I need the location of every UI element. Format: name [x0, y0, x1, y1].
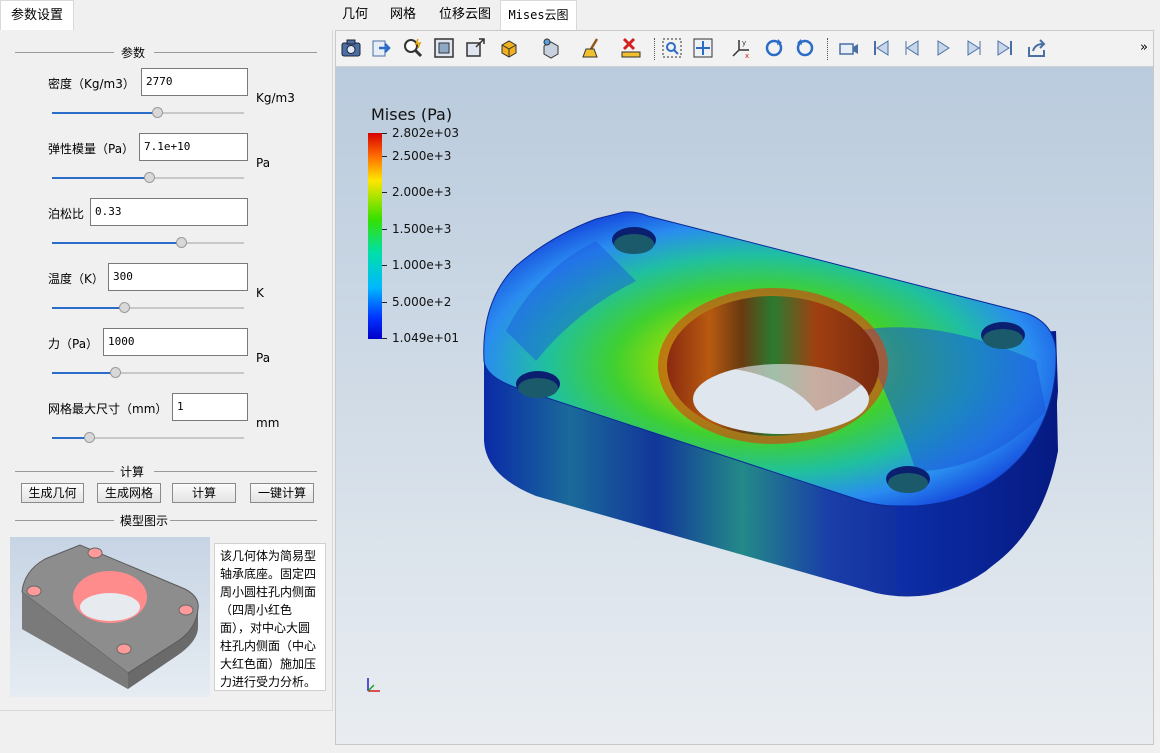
force-label: 力（Pa） [48, 337, 99, 351]
params-section-title: 参数 [15, 44, 317, 61]
force-unit: Pa [256, 351, 271, 365]
elastic-slider-handle[interactable] [144, 172, 155, 183]
temperature-input[interactable]: 300 [108, 263, 248, 291]
elastic-unit: Pa [256, 156, 271, 170]
force-slider-handle[interactable] [110, 367, 121, 378]
calculate-button[interactable]: 计算 [172, 483, 236, 503]
viewer-3d[interactable]: yx » Mises (Pa) 2.802e+03 2.500e+3 2.000… [335, 30, 1154, 745]
density-slider-handle[interactable] [152, 107, 163, 118]
generate-mesh-button[interactable]: 生成网格 [97, 483, 161, 503]
mises-contour-model [483, 211, 1058, 597]
mesh-size-label: 网格最大尺寸（mm） [48, 402, 168, 416]
tab-mesh[interactable]: 网格 [380, 0, 426, 29]
left-tabbar: 参数设置 [0, 0, 332, 31]
elastic-label: 弹性模量（Pa） [48, 142, 135, 156]
compute-section-label: 计算 [116, 463, 149, 480]
one-click-calculate-button[interactable]: 一键计算 [250, 483, 314, 503]
temperature-label: 温度（K） [48, 272, 104, 286]
temperature-slider-handle[interactable] [119, 302, 130, 313]
tab-geometry[interactable]: 几何 [332, 0, 378, 29]
model-description: 该几何体为简易型轴承底座。固定四周小圆柱孔内侧面（四周小红色面），对中心大圆柱孔… [214, 543, 326, 691]
mesh-size-unit: mm [256, 416, 280, 430]
tab-param-settings[interactable]: 参数设置 [0, 0, 75, 31]
generate-geometry-button[interactable]: 生成几何 [21, 483, 84, 503]
tab-mises[interactable]: Mises云图 [500, 0, 577, 31]
main-tabbar: 几何 网格 位移云图 Mises云图 [332, 0, 1160, 31]
model-section-title: 模型图示 [15, 512, 317, 529]
poisson-slider-handle[interactable] [176, 237, 187, 248]
model-illustration [10, 537, 210, 697]
tab-displacement[interactable]: 位移云图 [429, 0, 501, 29]
poisson-label: 泊松比 [48, 207, 85, 221]
density-label: 密度（Kg/m3） [48, 77, 135, 91]
poisson-input[interactable]: 0.33 [90, 198, 248, 226]
elastic-input[interactable]: 7.1e+10 [139, 133, 248, 161]
force-slider[interactable] [52, 366, 244, 380]
force-input[interactable]: 1000 [103, 328, 248, 356]
mesh-size-slider[interactable] [52, 431, 244, 445]
temperature-unit: K [256, 286, 264, 300]
orientation-axes-icon [367, 678, 380, 692]
density-slider[interactable] [52, 106, 244, 120]
compute-section-title: 计算 [15, 463, 317, 480]
density-input[interactable]: 2770 [141, 68, 248, 96]
model-section-label: 模型图示 [116, 512, 173, 529]
elastic-slider[interactable] [52, 171, 244, 185]
param-panel: 参数 密度（Kg/m3） 2770 Kg/m3 弹性模量（Pa） 7.1e+10… [0, 30, 333, 711]
temperature-slider[interactable] [52, 301, 244, 315]
mesh-size-slider-handle[interactable] [84, 432, 95, 443]
density-unit: Kg/m3 [256, 91, 295, 105]
poisson-slider[interactable] [52, 236, 244, 250]
params-section-label: 参数 [117, 44, 150, 61]
mesh-size-input[interactable]: 1 [172, 393, 248, 421]
